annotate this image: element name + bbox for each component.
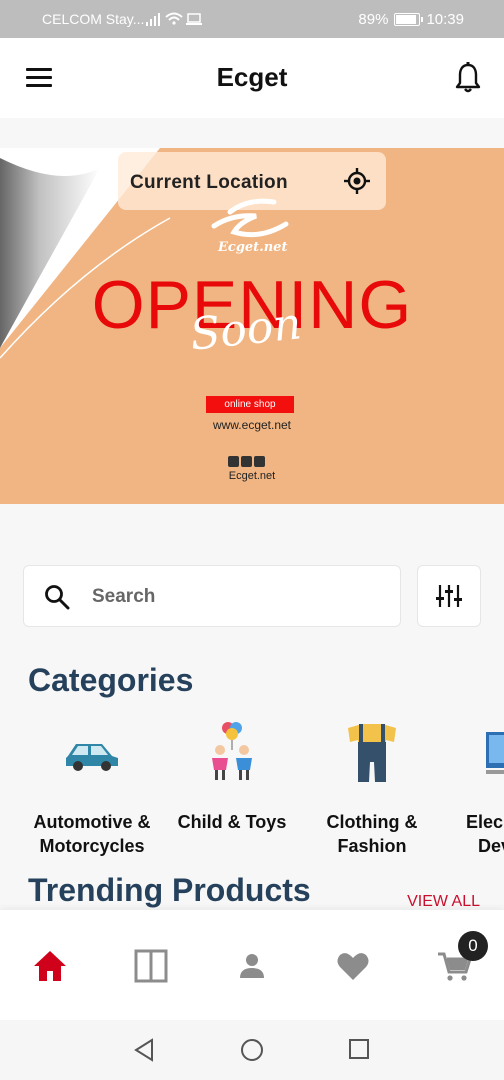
trending-heading: Trending Products [28, 872, 311, 908]
categories-heading: Categories [28, 662, 194, 698]
recents-icon[interactable] [348, 1038, 370, 1060]
banner-script-text: Soon [187, 298, 304, 361]
battery-percent: 89% [358, 11, 389, 28]
bottom-navigation [0, 910, 504, 1020]
clock: 10:39 [426, 11, 464, 28]
cart-count-badge: 0 [458, 931, 488, 961]
category-electronics[interactable]: Elec Dev [442, 712, 504, 862]
monitor-icon [486, 732, 504, 774]
children-balloons-icon [212, 722, 252, 780]
overalls-icon [348, 724, 396, 782]
view-all-link[interactable]: VIEW ALL [407, 893, 480, 911]
online-shop-badge: online shop [206, 396, 294, 413]
status-bar: CELCOM Stay... 89% 10:39 [0, 0, 504, 38]
facebook-icon [241, 456, 252, 467]
instagram-icon [228, 456, 239, 467]
filter-button[interactable] [417, 565, 481, 627]
category-automotive[interactable]: Automotive & Motorcycles [22, 712, 162, 862]
sliders-icon [436, 585, 462, 607]
car-icon [66, 744, 118, 771]
category-clothing[interactable]: Clothing & Fashion [302, 712, 442, 862]
app-header: Ecget [0, 38, 504, 118]
back-icon[interactable] [132, 1038, 156, 1062]
website-text: www.ecget.net [212, 418, 292, 432]
ecget-logo [211, 198, 289, 238]
banner-footer-text: Ecget.net [228, 470, 276, 482]
search-icon [45, 585, 70, 610]
gps-target-icon [344, 168, 370, 194]
category-label: Clothing & Fashion [326, 812, 418, 856]
app-title: Ecget [216, 62, 288, 92]
notification-bell-icon[interactable] [454, 62, 482, 94]
twitter-icon [254, 456, 265, 467]
promo-banner[interactable]: Current Location Ecget.net OPENING Soon … [0, 148, 504, 504]
search-placeholder: Search [92, 586, 156, 607]
search-input[interactable]: Search [23, 565, 401, 627]
category-label: Automotive & Motorcycles [33, 812, 151, 856]
home-circle-icon[interactable] [240, 1038, 264, 1062]
wishlist-icon[interactable] [335, 948, 371, 984]
home-icon[interactable] [32, 948, 68, 984]
category-label: Elec Dev [466, 812, 504, 856]
social-icons [228, 456, 265, 467]
category-label: Child & Toys [177, 812, 287, 832]
battery-icon [394, 13, 424, 26]
carrier-name: CELCOM Stay... [42, 11, 145, 27]
profile-icon[interactable] [234, 948, 270, 984]
system-navigation-bar [0, 1020, 504, 1080]
logo-text: Ecget.net [218, 240, 288, 255]
categories-list: Automotive & Motorcycles Child & Toys Cl… [0, 712, 504, 862]
category-child-toys[interactable]: Child & Toys [162, 712, 302, 862]
signal-wifi-icons [146, 12, 202, 26]
catalog-icon[interactable] [133, 948, 169, 984]
